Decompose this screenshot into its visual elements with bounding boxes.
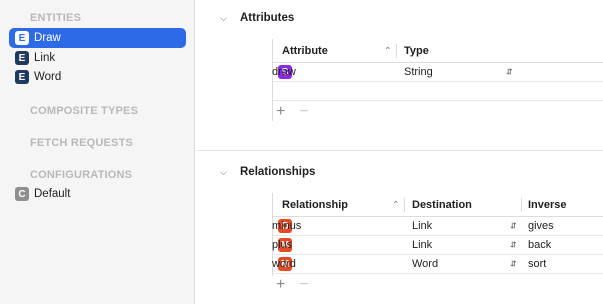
minus-icon[interactable]: −	[299, 277, 308, 293]
composite-types-section-title: COMPOSITE TYPES	[30, 105, 139, 117]
up-down-arrows-icon[interactable]: ⇵	[506, 68, 513, 77]
relationships-table-header: Relationship ⌃ Destination Inverse	[272, 193, 603, 217]
relationships-section-title: Relationships	[240, 166, 316, 178]
attribute-type-value[interactable]: String	[404, 66, 433, 78]
entity-icon: E	[15, 51, 29, 65]
chevron-up-icon[interactable]: ⌃	[384, 45, 392, 56]
configuration-icon: C	[15, 187, 29, 201]
table-row[interactable]: M word Word ⇵ sort	[272, 255, 603, 274]
inverse-value[interactable]: back	[528, 239, 551, 251]
column-header-type[interactable]: Type	[404, 45, 429, 57]
attributes-section-header[interactable]: ⌵ Attributes	[196, 8, 603, 28]
destination-value[interactable]: Link	[412, 220, 432, 232]
column-separator	[521, 198, 522, 212]
destination-value[interactable]: Link	[412, 239, 432, 251]
sidebar-item-label: Draw	[34, 32, 61, 44]
configurations-section-title: CONFIGURATIONS	[30, 169, 133, 181]
table-row[interactable]: M plus Link ⇵ back	[272, 236, 603, 255]
sidebar-item-draw[interactable]: E Draw	[9, 28, 186, 48]
empty-row	[272, 82, 603, 101]
relationship-name: word	[272, 258, 296, 270]
up-down-arrows-icon[interactable]: ⇵	[510, 241, 517, 250]
relationships-table-footer: + −	[272, 274, 603, 296]
column-header-attribute[interactable]: Attribute	[282, 45, 328, 57]
column-header-relationship[interactable]: Relationship	[282, 199, 348, 211]
entity-editor: ⌵ Attributes Attribute ⌃ Type S draw Str…	[196, 0, 603, 304]
chevron-down-icon[interactable]: ⌵	[220, 13, 230, 24]
sidebar: ENTITIES E Draw E Link E Word COMPOSITE …	[0, 0, 195, 304]
destination-value[interactable]: Word	[412, 258, 438, 270]
column-header-destination[interactable]: Destination	[412, 199, 472, 211]
attributes-section-title: Attributes	[240, 12, 295, 24]
attribute-name: draw	[272, 66, 296, 78]
fetch-requests-section-title: FETCH REQUESTS	[30, 137, 134, 149]
attributes-table-header: Attribute ⌃ Type	[272, 39, 603, 63]
sidebar-item-label: Link	[34, 52, 56, 64]
entity-icon: E	[15, 70, 29, 84]
table-row[interactable]: S draw String ⇵	[272, 63, 603, 82]
relationships-table: Relationship ⌃ Destination Inverse O min…	[272, 193, 603, 296]
sidebar-item-word[interactable]: E Word	[9, 67, 186, 87]
sidebar-item-link[interactable]: E Link	[9, 48, 186, 68]
up-down-arrows-icon[interactable]: ⇵	[510, 260, 517, 269]
plus-icon[interactable]: +	[276, 277, 285, 293]
section-divider	[196, 150, 603, 151]
chevron-down-icon[interactable]: ⌵	[220, 167, 230, 178]
entity-icon: E	[15, 31, 29, 45]
plus-icon[interactable]: +	[276, 104, 285, 120]
chevron-up-icon[interactable]: ⌃	[392, 199, 400, 210]
sidebar-item-label: Default	[34, 188, 71, 200]
relationship-name: minus	[272, 220, 302, 232]
column-separator	[404, 198, 405, 212]
minus-icon[interactable]: −	[299, 104, 308, 120]
sidebar-item-label: Word	[34, 71, 62, 83]
relationships-section-header[interactable]: ⌵ Relationships	[196, 162, 603, 182]
column-header-inverse[interactable]: Inverse	[528, 199, 567, 211]
up-down-arrows-icon[interactable]: ⇵	[510, 222, 517, 231]
entities-section-title: ENTITIES	[30, 12, 82, 24]
inverse-value[interactable]: sort	[528, 258, 546, 270]
sidebar-item-default[interactable]: C Default	[9, 184, 186, 204]
relationship-name: plus	[272, 239, 293, 251]
attributes-table-footer: + −	[272, 101, 603, 123]
column-separator	[396, 44, 397, 58]
table-row[interactable]: O minus Link ⇵ gives	[272, 217, 603, 236]
attributes-table: Attribute ⌃ Type S draw String ⇵ + −	[272, 39, 603, 123]
inverse-value[interactable]: gives	[528, 220, 554, 232]
